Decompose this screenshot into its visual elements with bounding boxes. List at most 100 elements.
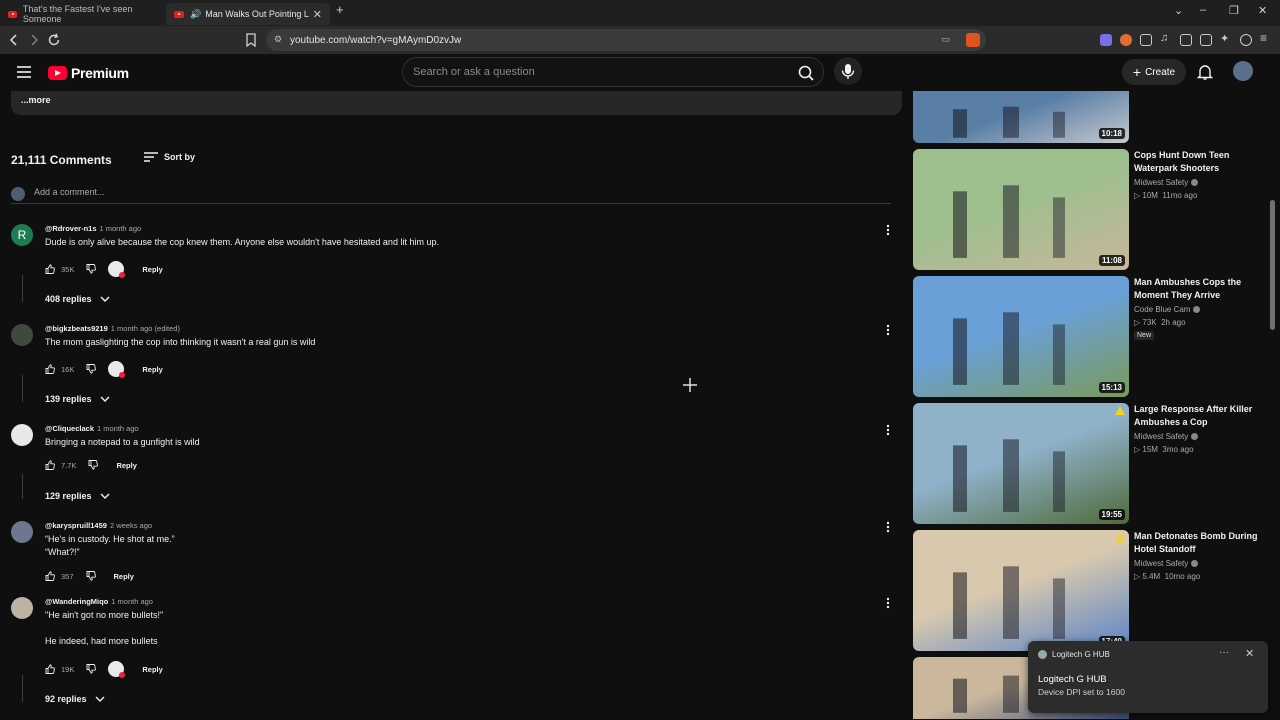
video-thumbnail[interactable]: 15:13 [913,276,1129,397]
wallet-icon[interactable] [1200,34,1212,46]
more-options-icon[interactable]: ··· [1219,647,1229,658]
search-input[interactable]: Search or ask a question [402,57,824,87]
notifications-bell-icon[interactable] [1196,63,1214,81]
video-title[interactable]: Cops Hunt Down Teen Waterpark Shooters [1134,149,1264,175]
comment-options-icon[interactable] [885,424,891,436]
comment-author[interactable]: @karyspruill1459 [45,521,107,530]
channel-name[interactable]: Midwest Safety [1134,559,1188,568]
reply-button[interactable]: Reply [114,572,134,581]
add-comment-field[interactable]: Add a comment... [11,186,891,204]
comment-options-icon[interactable] [885,224,891,236]
comment-options-icon[interactable] [885,521,891,533]
account-avatar[interactable] [1233,61,1253,81]
upload-age: 2h ago [1161,318,1186,327]
maximize-icon[interactable]: ❐ [1229,4,1239,17]
comment-author[interactable]: @bigkzbeats9219 [45,324,108,333]
vpn-icon[interactable] [1240,34,1252,46]
extension-icon[interactable] [1100,34,1112,46]
reply-button[interactable]: Reply [142,265,162,274]
video-title[interactable]: Large Response After Killer Ambushes a C… [1134,403,1264,429]
reply-button[interactable]: Reply [142,665,162,674]
close-window-icon[interactable]: ✕ [1258,4,1267,17]
view-replies-button[interactable]: 129 replies [45,491,110,501]
view-replies-button[interactable]: 408 replies [45,294,110,304]
hamburger-menu-icon[interactable] [17,66,31,78]
video-thumbnail[interactable]: 11:08 [913,149,1129,270]
avatar[interactable] [11,424,33,446]
view-replies-button[interactable]: 139 replies [45,394,110,404]
video-title[interactable]: Man Detonates Bomb During Hotel Standoff [1134,530,1264,556]
dislike-button[interactable] [86,664,97,674]
video-thumbnail[interactable]: 10:18 [913,91,1129,143]
video-title[interactable]: Man Ambushes Cops the Moment They Arrive [1134,276,1264,302]
close-tab-icon[interactable]: ✕ [313,8,322,21]
close-toast-icon[interactable]: ✕ [1245,647,1254,660]
verified-check-icon [1191,433,1199,440]
comment-actions: 19K Reply [45,661,163,678]
avatar[interactable] [11,597,33,619]
music-icon[interactable]: ♫ [1160,32,1172,44]
dislike-button[interactable] [86,264,97,274]
windows-notification-toast[interactable]: Logitech G HUB ··· ✕ Logitech G HUB Devi… [1028,641,1268,713]
browser-tab-active[interactable]: 🔊 Man Walks Out Pointing Load ✕ [166,3,330,25]
show-more-link[interactable]: ...more [21,95,51,105]
reload-icon[interactable] [46,32,62,48]
comment-author[interactable]: @Rdrover-n1s [45,224,97,233]
browser-tab[interactable]: That's the Fastest I've seen Someone [0,3,164,25]
description-box[interactable]: ...more [11,91,902,115]
dislike-button[interactable] [88,460,99,470]
ai-sparkle-icon[interactable]: ✦ [1220,32,1232,45]
create-button[interactable]: + Create [1122,59,1186,85]
video-thumbnail[interactable]: 17:49 [913,530,1129,651]
like-button[interactable] [45,264,55,274]
dislike-button[interactable] [86,571,96,581]
brave-shield-icon[interactable] [966,33,980,47]
like-button[interactable] [45,664,55,674]
comment-author[interactable]: @Cliqueclack [45,424,94,433]
chevron-down-icon [100,296,110,302]
comment-text: The mom gaslighting the cop into thinkin… [45,336,315,349]
new-tab-icon[interactable]: + [336,2,344,17]
extension-icon[interactable] [1120,34,1132,46]
forward-icon[interactable] [26,32,42,48]
site-info-icon[interactable]: ⚙ [274,34,282,45]
reply-button[interactable]: Reply [116,461,136,470]
comment-time[interactable]: 1 month ago [97,424,139,433]
page-scrollbar[interactable] [1270,200,1275,330]
comment-time[interactable]: 1 month ago [111,597,153,606]
avatar[interactable] [11,521,33,543]
comment-time[interactable]: 1 month ago (edited) [111,324,180,333]
avatar[interactable]: R [11,224,33,246]
comment-options-icon[interactable] [885,324,891,336]
comment-author[interactable]: @WanderingMiqo [45,597,108,606]
cast-icon[interactable]: ▭ [941,34,950,45]
thumbs-down-icon [86,364,97,374]
youtube-premium-logo[interactable]: Premium [48,65,129,81]
comment-time[interactable]: 1 month ago [100,224,142,233]
comment-options-icon[interactable] [885,597,891,609]
tab-list-icon[interactable]: ⌄ [1174,4,1183,17]
url-bar[interactable]: ⚙ youtube.com/watch?v=gMAymD0zvJw ▭ [266,29,986,51]
bookmark-icon[interactable] [243,32,259,48]
reply-button[interactable]: Reply [142,365,162,374]
menu-icon[interactable]: ≡ [1260,31,1272,45]
avatar[interactable] [11,324,33,346]
like-button[interactable] [45,460,55,470]
sidebar-icon[interactable] [1180,34,1192,46]
minimize-icon[interactable]: – [1200,4,1206,16]
video-thumbnail[interactable]: 19:55 [913,403,1129,524]
dislike-button[interactable] [86,364,97,374]
puzzle-icon[interactable] [1140,34,1152,46]
back-icon[interactable] [6,32,22,48]
sort-by-button[interactable]: Sort by [144,152,195,162]
channel-name[interactable]: Code Blue Cam [1134,305,1190,314]
voice-search-mic-icon[interactable] [834,57,862,85]
view-replies-button[interactable]: 92 replies [45,694,105,704]
like-button[interactable] [45,571,55,581]
like-button[interactable] [45,364,55,374]
comment-line: Dude is only alive because the cop knew … [45,237,439,247]
channel-name[interactable]: Midwest Safety [1134,432,1188,441]
comment-time[interactable]: 2 weeks ago [110,521,152,530]
search-icon[interactable] [795,62,817,84]
channel-name[interactable]: Midwest Safety [1134,178,1188,187]
